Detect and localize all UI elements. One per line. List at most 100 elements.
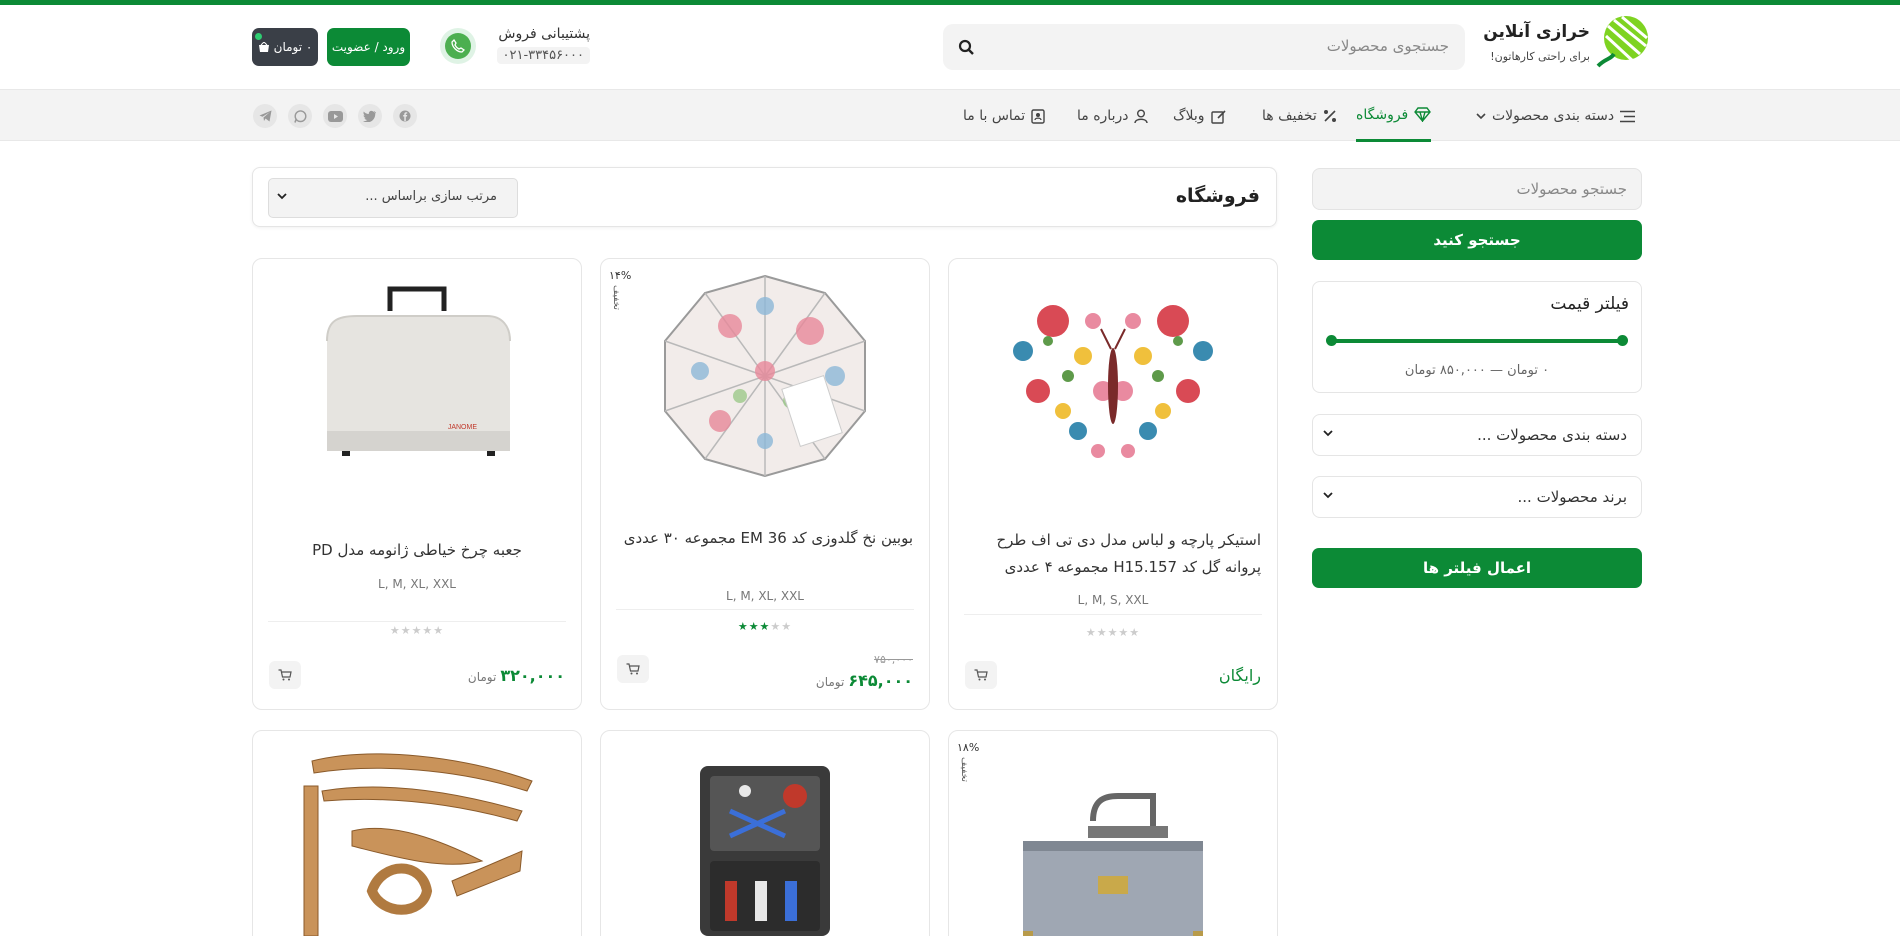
support-title: پشتیبانی فروش <box>498 26 590 42</box>
nav-label: وبلاگ <box>1173 108 1205 124</box>
price-slider[interactable] <box>1326 335 1628 346</box>
main-navigation: دسته بندی محصولات فروشگاه تخفیف ها وبلاگ… <box>0 89 1900 142</box>
shop-header: فروشگاه مرتب سازی براساس ... <box>252 167 1277 227</box>
product-image[interactable] <box>601 271 929 481</box>
nav-shop[interactable]: فروشگاه <box>1356 90 1432 142</box>
product-card[interactable]: JANOME جعبه چرخ خیاطی ژانومه مدل PD L, M… <box>252 258 582 710</box>
price-slider-max-handle[interactable] <box>1617 335 1628 346</box>
apply-filters-button[interactable]: اعمال فیلتر ها <box>1312 548 1642 588</box>
product-sizes: L, M, XL, XXL <box>378 577 456 591</box>
product-name[interactable]: استیکر پارچه و لباس مدل دی تی اف طرح پرو… <box>965 527 1261 581</box>
page-title: فروشگاه <box>1175 185 1260 207</box>
nav-categories[interactable]: دسته بندی محصولات <box>1476 90 1636 142</box>
product-image[interactable]: JANOME <box>253 271 581 481</box>
product-rating: ★★★★★ <box>737 620 793 633</box>
whatsapp-icon[interactable] <box>288 104 312 128</box>
price-filter-title: فیلتر قیمت <box>1550 294 1629 314</box>
percent-icon <box>1323 110 1336 122</box>
header-search-input[interactable]: جستجوی محصولات <box>943 24 1465 70</box>
product-image[interactable] <box>601 751 929 936</box>
product-currency: تومان <box>815 675 845 689</box>
sort-select[interactable]: مرتب سازی براساس ... <box>268 178 518 218</box>
nav-contact[interactable]: تماس با ما <box>963 90 1045 142</box>
nav-discounts[interactable]: تخفیف ها <box>1262 90 1337 142</box>
product-price: ۳۲۰,۰۰۰تومان <box>468 666 565 685</box>
site-logo[interactable]: خرازی آنلاین برای راحتی کارهاتون! <box>1483 14 1650 74</box>
nav-blog[interactable]: وبلاگ <box>1173 90 1227 142</box>
cart-button[interactable]: ۰ تومان <box>252 28 318 66</box>
product-rating: ★★★★★ <box>1085 626 1141 639</box>
product-old-price: ۷۵۰,۰۰۰ <box>874 653 913 666</box>
product-name[interactable]: بوبین نخ گلدوزی کد EM 36 مجموعه ۳۰ عددی <box>617 525 913 552</box>
sidebar-search-input[interactable]: جستجو محصولات <box>1312 168 1642 210</box>
phone-icon <box>440 28 476 64</box>
sort-select-value: مرتب سازی براساس ... <box>365 189 497 204</box>
product-card[interactable]: استیکر پارچه و لباس مدل دی تی اف طرح پرو… <box>948 258 1278 710</box>
product-sizes: L, M, S, XXL <box>1077 593 1149 607</box>
chevron-down-icon <box>1323 492 1333 499</box>
divider <box>616 609 914 610</box>
basket-icon <box>258 41 269 52</box>
add-to-cart-button[interactable] <box>269 661 301 689</box>
price-filter: فیلتر قیمت ۰ تومان — ۸۵۰,۰۰۰ تومان <box>1312 281 1642 393</box>
product-price: رایگان <box>1218 666 1261 685</box>
svg-text:JANOME: JANOME <box>448 424 478 431</box>
cart-icon <box>626 663 640 675</box>
facebook-icon[interactable] <box>393 104 417 128</box>
menu-icon <box>1620 110 1636 122</box>
category-select-value: دسته بندی محصولات ... <box>1477 426 1627 444</box>
price-range-text: ۰ تومان — ۸۵۰,۰۰۰ تومان <box>1404 363 1550 378</box>
product-name[interactable]: جعبه چرخ خیاطی ژانومه مدل PD <box>269 537 565 564</box>
user-icon <box>1134 109 1149 123</box>
chevron-down-icon <box>1323 430 1333 437</box>
product-card[interactable] <box>252 730 582 936</box>
product-rating: ★★★★★ <box>389 624 445 637</box>
logo-name: خرازی آنلاین <box>1483 22 1590 42</box>
nav-about[interactable]: درباره ما <box>1077 90 1149 142</box>
product-sizes: L, M, XL, XXL <box>726 589 804 603</box>
sidebar-search-button[interactable]: جستجو کنید <box>1312 220 1642 260</box>
product-card[interactable]: ۱۴% تخفیف بوبین نخ گلدوزی کد EM 36 مجموع… <box>600 258 930 710</box>
search-icon <box>958 39 974 55</box>
contact-icon <box>1031 108 1045 124</box>
support-phone: ۰۲۱-۳۳۴۵۶۰۰۰ <box>496 47 590 64</box>
nav-label: تماس با ما <box>963 108 1026 124</box>
chevron-down-icon <box>1476 113 1486 120</box>
youtube-icon[interactable] <box>323 104 347 128</box>
search-placeholder: جستجوی محصولات <box>1326 37 1449 55</box>
product-image[interactable] <box>949 271 1277 481</box>
brand-select[interactable]: برند محصولات ... <box>1312 476 1642 518</box>
cart-badge <box>255 33 262 40</box>
logo-yarn-icon <box>1596 15 1648 68</box>
chevron-down-icon <box>277 193 287 200</box>
discount-tag: تخفیف <box>959 757 969 782</box>
product-price: ۶۴۵,۰۰۰تومان <box>816 671 913 690</box>
product-price-value: ۳۲۰,۰۰۰ <box>500 666 565 685</box>
price-slider-min-handle[interactable] <box>1326 335 1337 346</box>
twitter-icon[interactable] <box>358 104 382 128</box>
product-image[interactable] <box>949 781 1277 936</box>
nav-label: فروشگاه <box>1356 106 1409 123</box>
nav-label: تخفیف ها <box>1262 108 1317 124</box>
login-register-button[interactable]: ورود / عضویت <box>327 28 410 66</box>
logo-tagline: برای راحتی کارهاتون! <box>1490 50 1590 63</box>
sidebar-search-placeholder: جستجو محصولات <box>1516 180 1627 198</box>
category-select[interactable]: دسته بندی محصولات ... <box>1312 414 1642 456</box>
product-card[interactable] <box>600 730 930 936</box>
add-to-cart-button[interactable] <box>965 661 997 689</box>
telegram-icon[interactable] <box>253 104 277 128</box>
sales-support[interactable]: پشتیبانی فروش ۰۲۱-۳۳۴۵۶۰۰۰ <box>440 26 590 66</box>
add-to-cart-button[interactable] <box>617 655 649 683</box>
brand-select-value: برند محصولات ... <box>1517 488 1628 506</box>
diamond-icon <box>1414 107 1432 122</box>
nav-label: درباره ما <box>1077 108 1129 124</box>
nav-label: دسته بندی محصولات <box>1492 108 1615 124</box>
cart-total: ۰ تومان <box>273 40 313 54</box>
product-card[interactable]: ۱۸% تخفیف <box>948 730 1278 936</box>
search-button[interactable] <box>953 34 979 60</box>
edit-icon <box>1210 109 1226 124</box>
product-price-value: ۶۴۵,۰۰۰ <box>848 671 913 690</box>
cart-icon <box>278 669 292 681</box>
discount-badge: ۱۸% <box>957 741 980 754</box>
product-image[interactable] <box>253 751 581 936</box>
